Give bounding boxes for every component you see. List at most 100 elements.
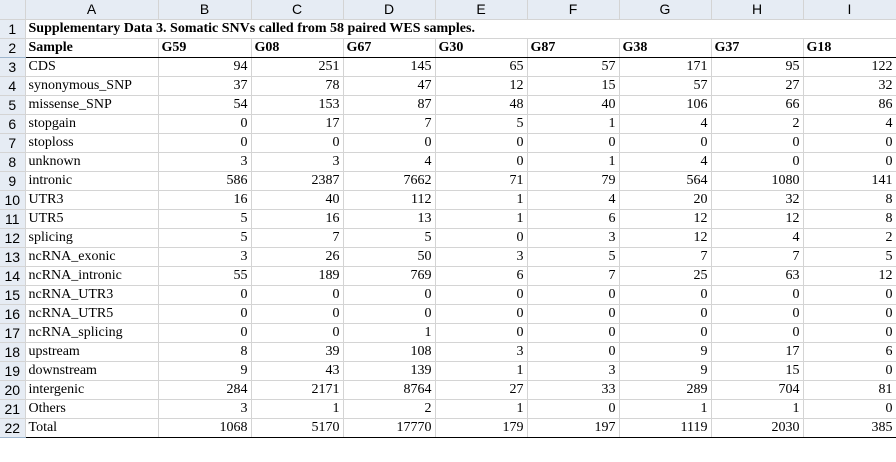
value-cell[interactable]: 0	[527, 342, 620, 362]
value-cell[interactable]: 3	[435, 247, 528, 267]
row-header[interactable]: 12	[0, 228, 26, 248]
value-cell[interactable]: 171	[619, 57, 712, 77]
column-header-b[interactable]: B	[158, 0, 252, 20]
row-label-cell[interactable]: intronic	[25, 171, 159, 191]
value-cell[interactable]: 0	[711, 152, 804, 172]
value-cell[interactable]: 122	[803, 57, 896, 77]
value-cell[interactable]: 1	[527, 152, 620, 172]
value-cell[interactable]: 1	[619, 399, 712, 419]
value-cell[interactable]: 0	[251, 133, 344, 153]
row-header[interactable]: 13	[0, 247, 26, 267]
value-cell[interactable]: 3	[158, 152, 252, 172]
row-header[interactable]: 3	[0, 57, 26, 77]
value-cell[interactable]: 16	[251, 209, 344, 229]
cell[interactable]	[803, 19, 896, 39]
value-cell[interactable]: 106	[619, 95, 712, 115]
value-cell[interactable]: 15	[527, 76, 620, 96]
header-cell[interactable]: G87	[527, 38, 620, 58]
value-cell[interactable]: 6	[435, 266, 528, 286]
row-header[interactable]: 10	[0, 190, 26, 210]
value-cell[interactable]: 586	[158, 171, 252, 191]
value-cell[interactable]: 1068	[158, 418, 252, 438]
value-cell[interactable]: 12	[619, 228, 712, 248]
value-cell[interactable]: 0	[803, 133, 896, 153]
column-header-a[interactable]: A	[25, 0, 159, 20]
row-label-cell[interactable]: UTR3	[25, 190, 159, 210]
value-cell[interactable]: 0	[251, 304, 344, 324]
value-cell[interactable]: 112	[343, 190, 436, 210]
value-cell[interactable]: 3	[435, 342, 528, 362]
value-cell[interactable]: 0	[158, 323, 252, 343]
value-cell[interactable]: 5	[343, 228, 436, 248]
value-cell[interactable]: 13	[343, 209, 436, 229]
row-label-cell[interactable]: Others	[25, 399, 159, 419]
value-cell[interactable]: 12	[435, 76, 528, 96]
value-cell[interactable]: 0	[527, 285, 620, 305]
value-cell[interactable]: 1	[435, 209, 528, 229]
value-cell[interactable]: 1	[343, 323, 436, 343]
value-cell[interactable]: 37	[158, 76, 252, 96]
value-cell[interactable]: 5	[158, 228, 252, 248]
column-header-d[interactable]: D	[343, 0, 436, 20]
value-cell[interactable]: 2387	[251, 171, 344, 191]
value-cell[interactable]: 3	[158, 399, 252, 419]
value-cell[interactable]: 0	[435, 285, 528, 305]
value-cell[interactable]: 0	[527, 399, 620, 419]
value-cell[interactable]: 0	[158, 114, 252, 134]
row-label-cell[interactable]: intergenic	[25, 380, 159, 400]
value-cell[interactable]: 0	[711, 304, 804, 324]
header-cell[interactable]: G37	[711, 38, 804, 58]
value-cell[interactable]: 3	[158, 247, 252, 267]
row-label-cell[interactable]: downstream	[25, 361, 159, 381]
cell[interactable]	[527, 19, 619, 39]
value-cell[interactable]: 1	[435, 361, 528, 381]
value-cell[interactable]: 189	[251, 266, 344, 286]
value-cell[interactable]: 0	[711, 323, 804, 343]
row-header[interactable]: 8	[0, 152, 26, 172]
value-cell[interactable]: 0	[251, 323, 344, 343]
header-cell[interactable]: G38	[619, 38, 712, 58]
value-cell[interactable]: 47	[343, 76, 436, 96]
value-cell[interactable]: 4	[343, 152, 436, 172]
row-header[interactable]: 2	[0, 38, 26, 58]
row-label-cell[interactable]: ncRNA_splicing	[25, 323, 159, 343]
value-cell[interactable]: 0	[619, 285, 712, 305]
value-cell[interactable]: 0	[435, 133, 528, 153]
value-cell[interactable]: 1080	[711, 171, 804, 191]
value-cell[interactable]: 1	[527, 114, 620, 134]
value-cell[interactable]: 197	[527, 418, 620, 438]
row-header[interactable]: 15	[0, 285, 26, 305]
value-cell[interactable]: 94	[158, 57, 252, 77]
header-cell[interactable]: G59	[158, 38, 252, 58]
row-label-cell[interactable]: CDS	[25, 57, 159, 77]
value-cell[interactable]: 0	[711, 133, 804, 153]
value-cell[interactable]: 5	[803, 247, 896, 267]
row-header[interactable]: 19	[0, 361, 26, 381]
value-cell[interactable]: 8	[803, 190, 896, 210]
value-cell[interactable]: 6	[803, 342, 896, 362]
title-cell[interactable]: Supplementary Data 3. Somatic SNVs calle…	[25, 19, 475, 39]
value-cell[interactable]: 57	[527, 57, 620, 77]
value-cell[interactable]: 139	[343, 361, 436, 381]
row-header[interactable]: 21	[0, 399, 26, 419]
value-cell[interactable]: 7	[343, 114, 436, 134]
value-cell[interactable]: 17770	[343, 418, 436, 438]
value-cell[interactable]: 63	[711, 266, 804, 286]
row-header[interactable]: 17	[0, 323, 26, 343]
value-cell[interactable]: 0	[435, 152, 528, 172]
value-cell[interactable]: 2030	[711, 418, 804, 438]
value-cell[interactable]: 78	[251, 76, 344, 96]
value-cell[interactable]: 26	[251, 247, 344, 267]
value-cell[interactable]: 3	[527, 361, 620, 381]
value-cell[interactable]: 5	[435, 114, 528, 134]
value-cell[interactable]: 0	[158, 133, 252, 153]
row-label-cell[interactable]: ncRNA_UTR3	[25, 285, 159, 305]
value-cell[interactable]: 0	[619, 323, 712, 343]
header-cell[interactable]: G18	[803, 38, 896, 58]
value-cell[interactable]: 3	[251, 152, 344, 172]
value-cell[interactable]: 54	[158, 95, 252, 115]
row-label-cell[interactable]: missense_SNP	[25, 95, 159, 115]
value-cell[interactable]: 0	[527, 323, 620, 343]
value-cell[interactable]: 6	[527, 209, 620, 229]
value-cell[interactable]: 4	[619, 152, 712, 172]
